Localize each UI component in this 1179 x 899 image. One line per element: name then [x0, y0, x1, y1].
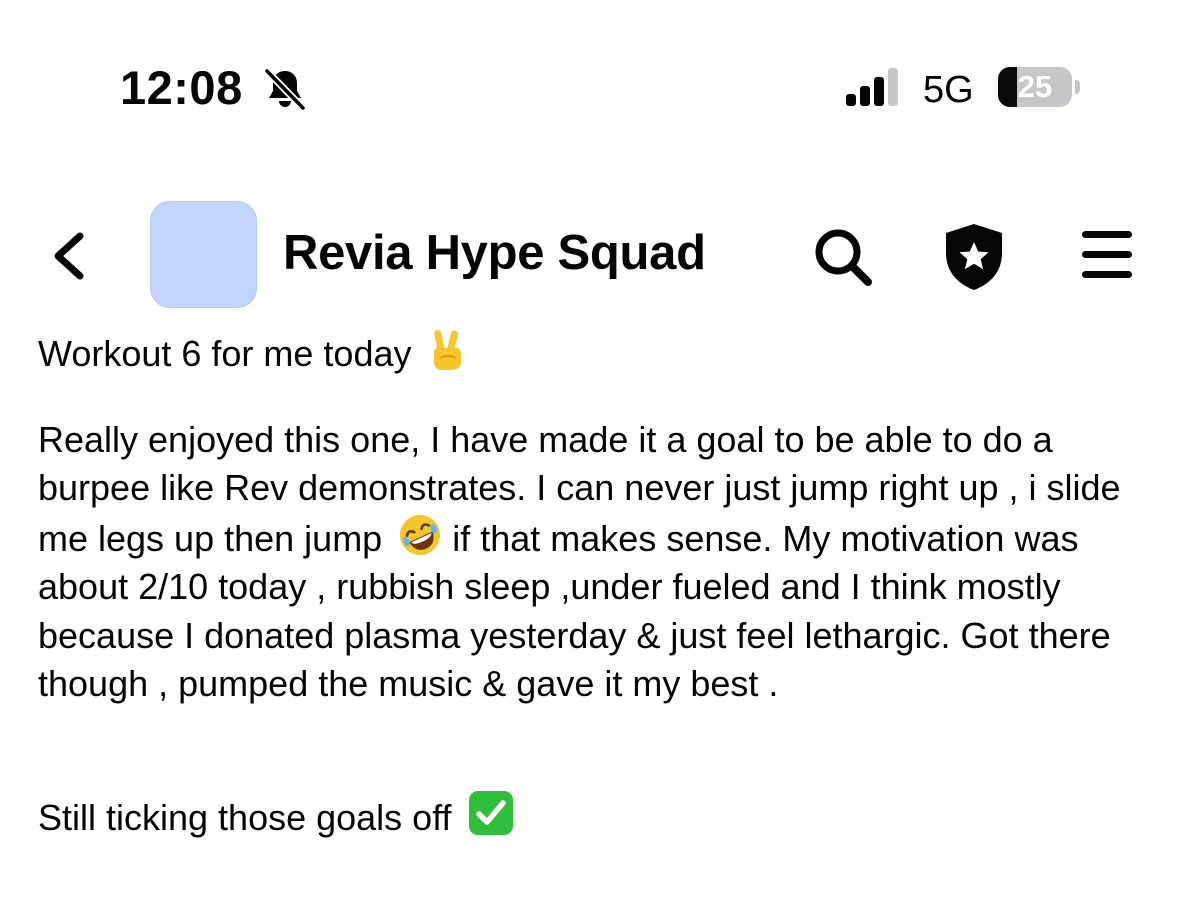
screen: 12:08 5G 25 Revia Hype Squad Workout 6 f… [0, 0, 1179, 899]
menu-icon[interactable] [1072, 220, 1144, 292]
back-button[interactable] [40, 224, 100, 288]
post-heading: Workout 6 for me today [38, 328, 1158, 379]
victory-hand-emoji [433, 330, 461, 370]
group-avatar[interactable] [150, 201, 257, 308]
post-content: Workout 6 for me today Really enjoyed th… [38, 328, 1158, 842]
status-time: 12:08 [120, 61, 243, 114]
search-icon[interactable] [806, 220, 878, 292]
check-mark-button-emoji [468, 790, 513, 835]
post-body: Really enjoyed this one, I have made it … [38, 416, 1158, 709]
battery-icon: 25 [998, 67, 1082, 109]
admin-shield-star-icon[interactable] [938, 220, 1010, 292]
group-name[interactable]: Revia Hype Squad [283, 222, 706, 284]
cellular-signal-icon [846, 68, 898, 106]
battery-percent: 25 [1017, 69, 1053, 104]
bell-muted-icon [264, 68, 306, 111]
post-footer-text: Still ticking those goals off [38, 796, 452, 838]
rolling-on-floor-laughing-emoji [400, 514, 441, 555]
post-heading-text: Workout 6 for me today [38, 333, 412, 374]
post-footer: Still ticking those goals off [38, 790, 1158, 843]
network-type: 5G [923, 69, 974, 111]
